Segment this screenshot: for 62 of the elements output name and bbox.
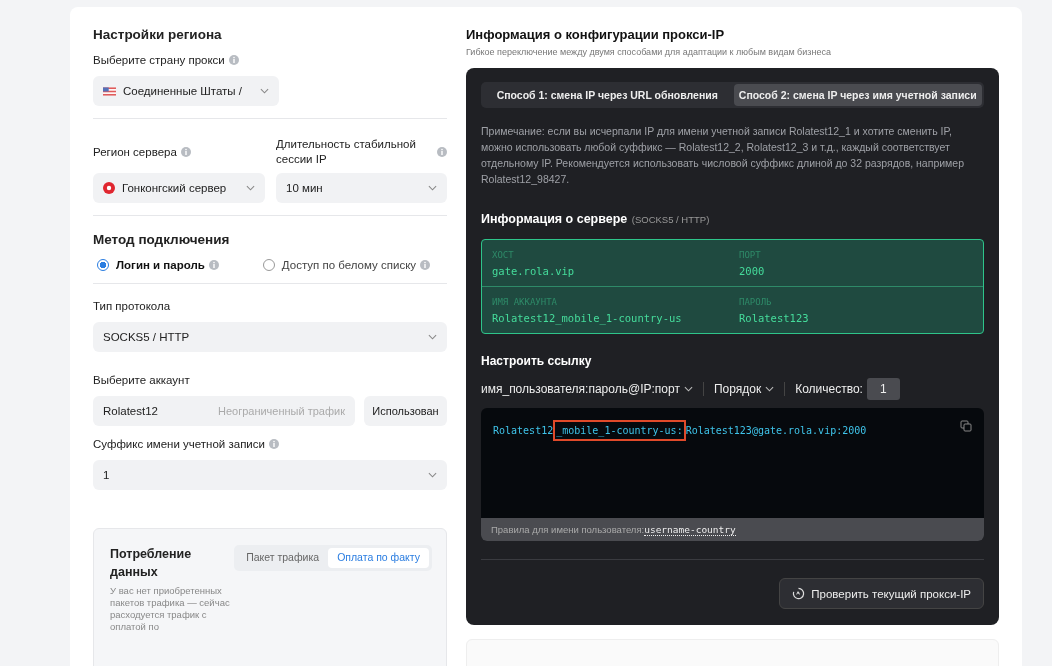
usage-text: У вас нет приобретенных пакетов трафика — сейчас расходуется трафик с оплатой по [110, 585, 230, 633]
flag-icon [103, 86, 116, 96]
chevron-down-icon [246, 185, 255, 191]
panel-title: Информация о конфигурации прокси-IP [466, 27, 726, 42]
chevron-down-icon [428, 185, 437, 191]
protocol-note: (SOCKS5 / HTTP) [631, 214, 710, 225]
account-field[interactable]: Rolatest12 Неограниченный трафик [93, 396, 355, 426]
info-value: 2000 [739, 265, 766, 277]
usage-tab[interactable]: Пакет трафика [237, 548, 329, 568]
info-icon [420, 260, 431, 270]
method-tab[interactable]: Способ 2: смена IP через имя учетной записи [733, 84, 982, 106]
proxy-string: Rolatest12 _mobile_1-country-us: Rolatest123@gate.rola.vip:2000 [493, 420, 867, 442]
chevron-down-icon [683, 386, 693, 392]
count-field[interactable]: 1 [866, 378, 900, 400]
usage-tab[interactable]: Оплата по факту [328, 548, 429, 568]
radio-option[interactable]: Логин и пароль [97, 259, 205, 271]
chevron-down-icon [260, 88, 269, 94]
traffic-text: Неограниченный трафик [217, 405, 345, 417]
count-label: Количество: [795, 382, 863, 396]
field-label: Суффикс имени учетной записи [93, 438, 265, 450]
chevron-down-icon [765, 386, 775, 392]
note-text: Примечание: если вы исчерпали IP для имени учетной записи Rolatest12_1 и хотите сменить IP, можно использовать любой суффикс — Rolatest12_2, Rolatest12_3 и т.д., каждый соответствует отдельному IP. Рекомендуется использовать числовой суффикс длиной до 32 разрядов, например Rolatest12_98427. [481, 124, 965, 187]
info-icon [437, 147, 447, 157]
copy-icon[interactable] [960, 420, 972, 432]
usage-title: Потребление данных [110, 546, 193, 581]
refresh-timer-icon [792, 587, 806, 600]
duration-select[interactable]: 10 мин [276, 173, 447, 203]
field-label: Регион сервера [93, 146, 177, 158]
order-dropdown[interactable]: Порядок [713, 382, 775, 396]
section-title: Информация о сервере [481, 212, 628, 226]
info-value: Rolatest12_mobile_1-country-us [492, 312, 683, 324]
info-icon [268, 439, 279, 449]
method-tab[interactable]: Способ 1: смена IP через URL обновления [483, 84, 732, 106]
used-text: Использован [372, 405, 439, 417]
info-label: ПАРОЛЬ [739, 297, 773, 307]
radio-option[interactable]: Доступ по белому списку [262, 259, 417, 271]
section-title: Метод подключения [93, 232, 231, 247]
server-select[interactable]: Гонконгский сервер [93, 173, 265, 203]
chevron-down-icon [428, 472, 437, 478]
suffix-select[interactable]: 1 [93, 460, 447, 490]
section-title: Настройки региона [93, 27, 223, 42]
check-proxy-button[interactable]: Проверить текущий прокси-IP [779, 578, 984, 609]
field-label: Тип протокола [93, 300, 171, 312]
info-value: gate.rola.vip [492, 265, 576, 277]
info-label: ПОРТ [739, 250, 762, 260]
info-label: ИМЯ АККАУНТА [492, 297, 559, 307]
chevron-down-icon [428, 334, 437, 340]
field-label: Выберите страну прокси [93, 54, 225, 66]
panel-subtitle: Гибкое переключение между двумя способами для адаптации к любым видам бизнеса [466, 47, 832, 57]
protocol-select[interactable]: SOCKS5 / HTTP [93, 322, 447, 352]
field-label: Длительность стабильной сессии IP [276, 137, 417, 167]
info-icon [208, 260, 219, 270]
field-label: Выберите аккаунт [93, 374, 190, 386]
country-select[interactable]: Соединенные Штаты / [93, 76, 279, 106]
section-title: Настроить ссылку [481, 354, 593, 368]
info-label: ХОСТ [492, 250, 515, 260]
format-dropdown[interactable]: имя_пользователя:пароль@IP:порт [481, 382, 693, 396]
rules-value: username-country [644, 524, 736, 536]
info-value: Rolatest123 [739, 312, 810, 324]
rules-label: Правила для имени пользователя: [491, 524, 645, 535]
info-icon [180, 147, 191, 157]
info-icon [228, 55, 239, 65]
